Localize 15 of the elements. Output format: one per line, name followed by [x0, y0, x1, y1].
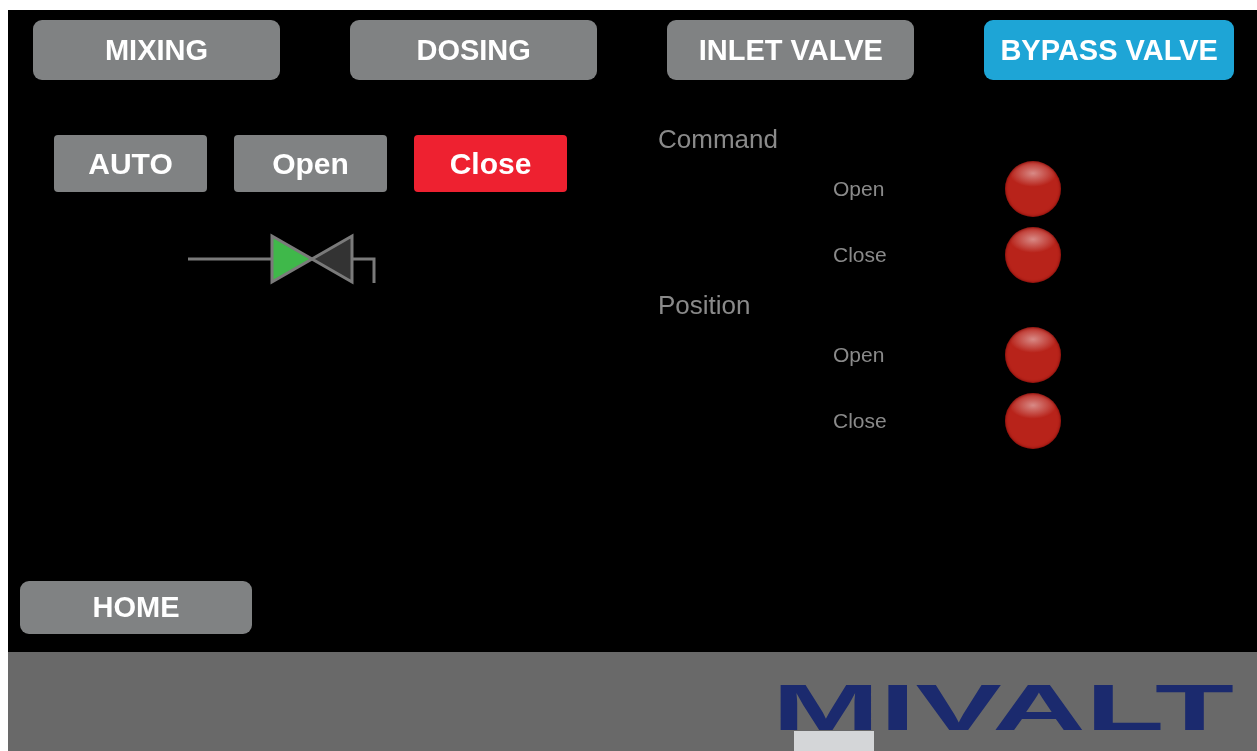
mode-button[interactable]: Close: [414, 135, 567, 192]
home-button[interactable]: HOME: [20, 581, 252, 634]
nav-tab[interactable]: INLET VALVE: [667, 20, 915, 80]
nav-tab[interactable]: DOSING: [350, 20, 598, 80]
nav-tab[interactable]: MIXING: [33, 20, 280, 80]
mode-button[interactable]: AUTO: [54, 135, 207, 192]
signal-label: Open: [833, 177, 886, 201]
signal-label: Open: [833, 343, 886, 367]
nav-tab[interactable]: BYPASS VALVE: [984, 20, 1234, 80]
company-logo: MIVALT: [772, 676, 1234, 740]
mode-button[interactable]: Open: [234, 135, 387, 192]
group-title: Position: [658, 289, 752, 322]
group-title: Command: [658, 123, 779, 156]
signal-label: Close: [833, 409, 888, 433]
signal-label: Close: [833, 243, 888, 267]
